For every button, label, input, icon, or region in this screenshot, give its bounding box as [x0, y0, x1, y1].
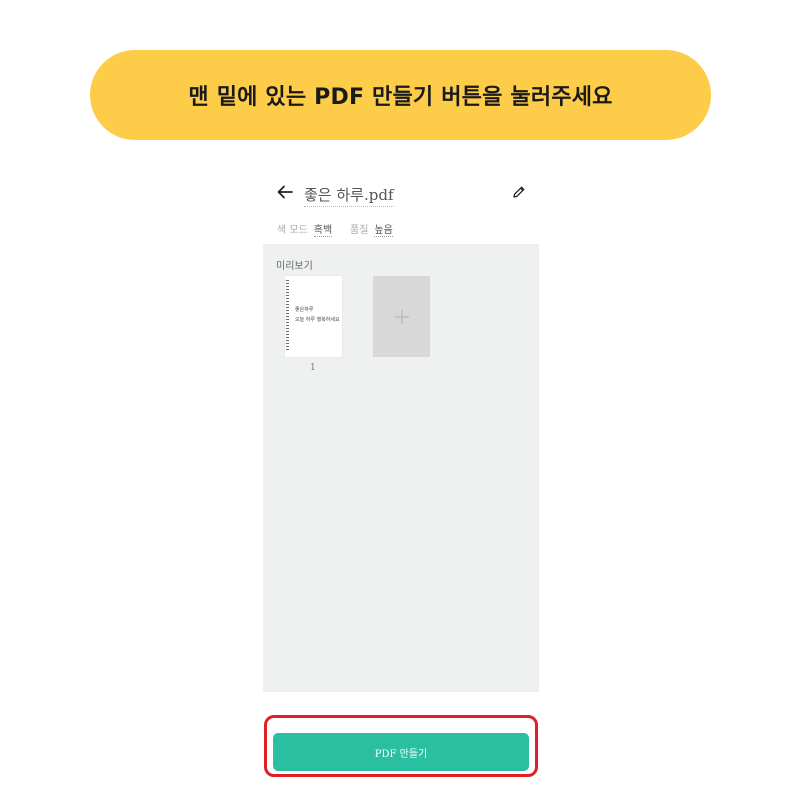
instruction-banner: 맨 밑에 있는 PDF 만들기 버튼을 눌러주세요	[90, 50, 711, 140]
preview-area: 미리보기 좋은하루 오늘 하루 행복하세요 1	[263, 244, 539, 692]
pencil-icon	[513, 186, 525, 198]
color-mode-label: 색 모드	[277, 225, 308, 236]
app-screen: 좋은 하루.pdf 색 모드 흑백 품질 높음 미리보기 좋은하루 오늘 하루 행복…	[263, 172, 539, 800]
quality-option: 품질 높음	[350, 221, 393, 237]
plus-icon	[394, 309, 409, 324]
instruction-text: 맨 밑에 있는 PDF 만들기 버튼을 눌러주세요	[188, 85, 613, 110]
make-pdf-button[interactable]: PDF 만들기	[273, 733, 529, 771]
back-button[interactable]	[275, 182, 295, 202]
page-number: 1	[310, 363, 316, 373]
quality-value[interactable]: 높음	[374, 225, 393, 237]
color-mode-option: 색 모드 흑백	[277, 221, 333, 237]
quality-label: 품질	[350, 225, 369, 236]
edit-title-button[interactable]	[509, 182, 529, 202]
arrow-left-icon	[277, 185, 293, 199]
thumbnail-text-line: 오늘 하루 행복하세요	[295, 317, 340, 323]
preview-label: 미리보기	[276, 261, 313, 272]
thumbnail-text-line: 좋은하루	[295, 307, 314, 313]
color-mode-value[interactable]: 흑백	[313, 225, 333, 237]
page-thumbnail[interactable]: 좋은하루 오늘 하루 행복하세요	[285, 276, 342, 357]
notebook-spiral	[286, 280, 289, 352]
add-page-button[interactable]	[373, 276, 430, 357]
top-bar: 좋은 하루.pdf	[263, 172, 539, 214]
document-title[interactable]: 좋은 하루.pdf	[304, 184, 394, 207]
